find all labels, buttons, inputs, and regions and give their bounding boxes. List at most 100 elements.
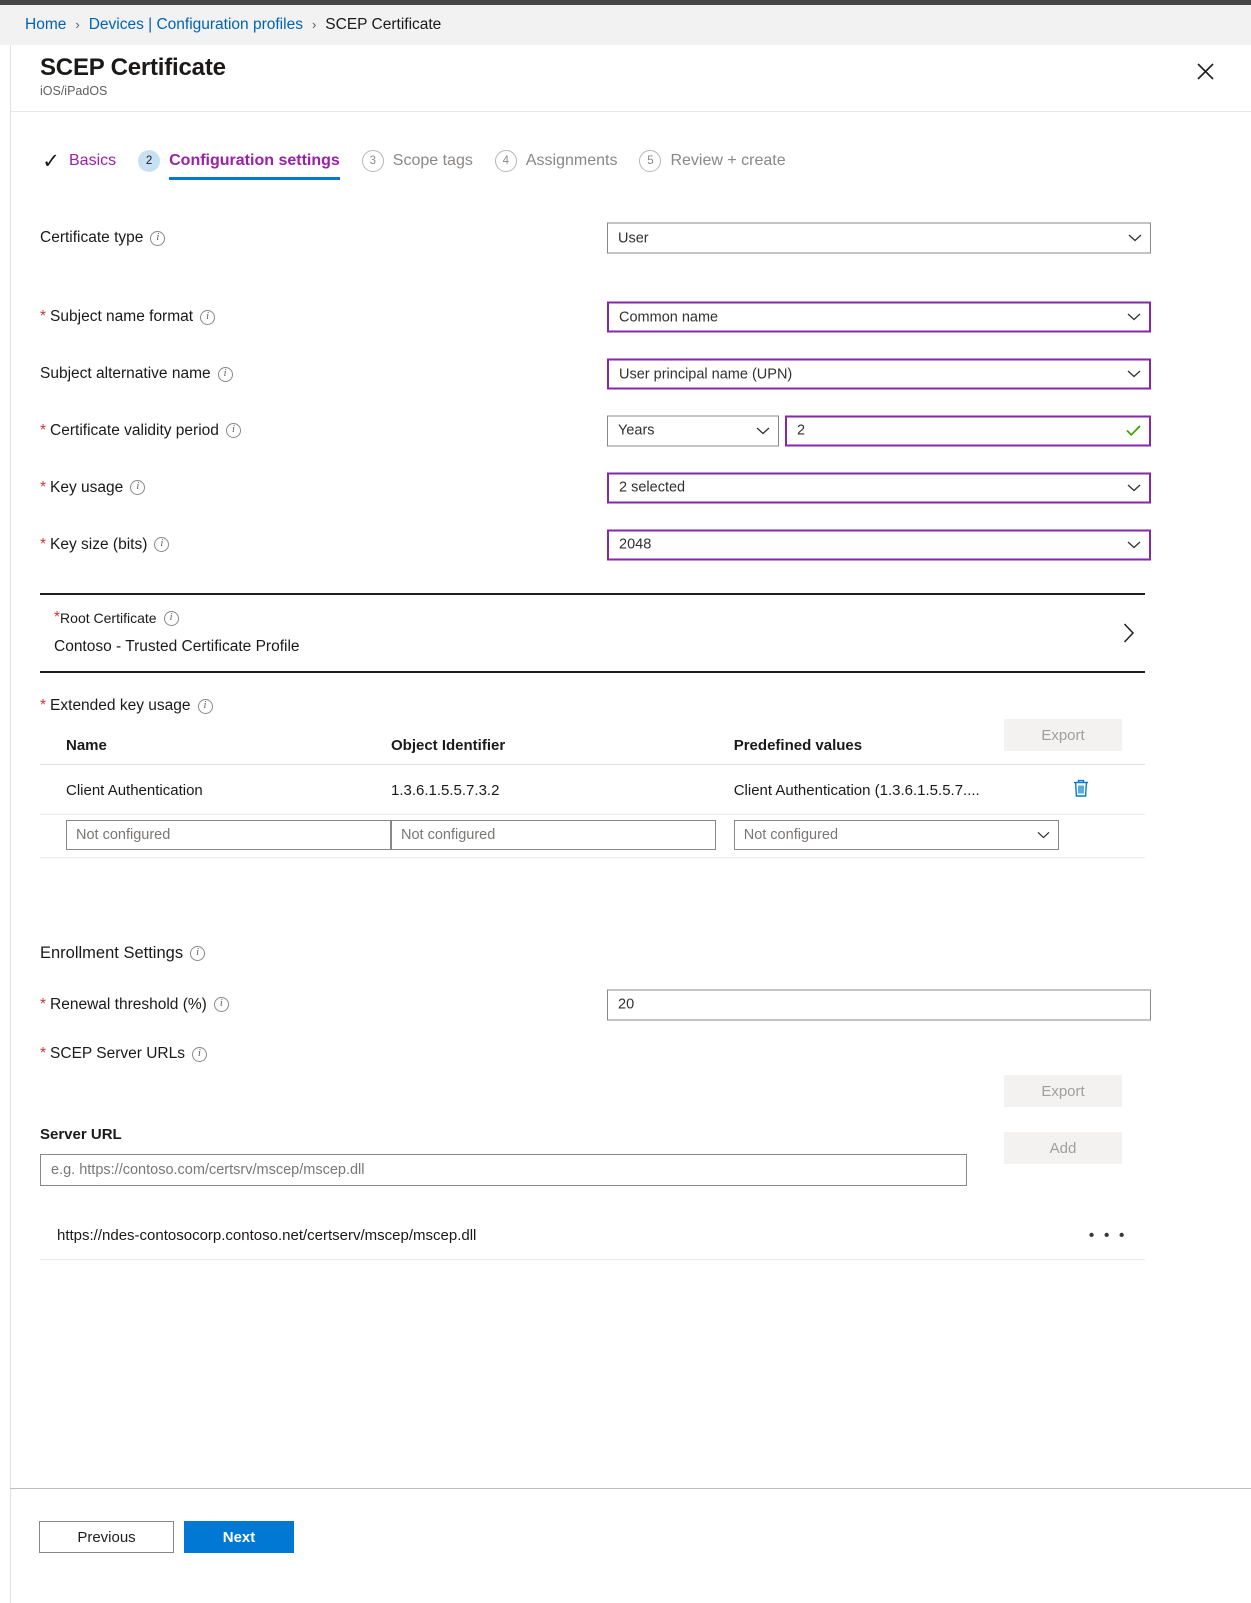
wizard-steps: ✓ Basics 2 Configuration settings 3 Scop… bbox=[40, 150, 808, 198]
step-number-badge: 4 bbox=[494, 150, 517, 172]
required-asterisk: * bbox=[40, 308, 47, 325]
wizard-footer: Previous Next bbox=[39, 1521, 294, 1553]
field-certificate-type: Certificate type i User bbox=[40, 210, 1151, 266]
field-label: Certificate type i bbox=[40, 229, 166, 247]
table-row: Client Authentication 1.3.6.1.5.5.7.3.2 … bbox=[40, 764, 1145, 815]
chevron-down-icon bbox=[1127, 370, 1141, 379]
field-renewal-threshold: * Renewal threshold (%) i 20 bbox=[40, 977, 1151, 1032]
wizard-step-scope-tags[interactable]: 3 Scope tags bbox=[361, 150, 473, 182]
field-control: 2048 bbox=[607, 529, 1151, 560]
enrollment-settings-heading: Enrollment Settings i bbox=[40, 944, 1145, 963]
server-url-value: https://ndes-contosocorp.contoso.net/cer… bbox=[57, 1227, 477, 1244]
button-label: Export bbox=[1041, 726, 1085, 744]
field-control: User principal name (UPN) bbox=[607, 358, 1151, 390]
breadcrumb-item-home[interactable]: Home bbox=[25, 16, 66, 34]
certificate-type-dropdown[interactable]: User bbox=[607, 222, 1151, 254]
field-label: Subject alternative name i bbox=[40, 365, 233, 383]
info-icon[interactable]: i bbox=[130, 480, 146, 495]
wizard-step-label: Scope tags bbox=[392, 152, 473, 169]
new-object-identifier-input[interactable]: Not configured bbox=[391, 820, 716, 850]
button-label: Previous bbox=[77, 1528, 136, 1546]
renewal-threshold-input[interactable]: 20 bbox=[607, 989, 1151, 1020]
validity-period-amount-input[interactable]: 2 bbox=[785, 415, 1151, 446]
field-subject-name-format: * Subject name format i Common name bbox=[40, 288, 1151, 346]
field-label-text: Renewal threshold (%) bbox=[50, 995, 207, 1013]
column-header-name: Name bbox=[40, 737, 391, 765]
wizard-step-basics[interactable]: ✓ Basics bbox=[40, 150, 116, 182]
key-size-dropdown[interactable]: 2048 bbox=[607, 529, 1151, 560]
placeholder-text: Not configured bbox=[743, 827, 839, 843]
previous-button[interactable]: Previous bbox=[39, 1521, 174, 1553]
info-icon[interactable]: i bbox=[163, 610, 179, 626]
breadcrumb-separator-icon: › bbox=[311, 16, 317, 32]
export-extended-key-usage-button[interactable]: Export bbox=[1004, 719, 1122, 751]
trash-icon[interactable] bbox=[1072, 778, 1090, 798]
table-new-row: Not configured Not configured Not config… bbox=[40, 814, 1145, 858]
breadcrumb: Home › Devices | Configuration profiles … bbox=[0, 5, 1251, 45]
key-usage-dropdown[interactable]: 2 selected bbox=[607, 472, 1151, 503]
wizard-step-review-create[interactable]: 5 Review + create bbox=[639, 150, 786, 182]
field-label-text: Certificate validity period bbox=[50, 421, 219, 439]
selected-value: 2048 bbox=[619, 536, 652, 553]
field-key-usage: * Key usage i 2 selected bbox=[40, 459, 1151, 516]
export-scep-server-urls-button[interactable]: Export bbox=[1004, 1075, 1122, 1107]
info-icon[interactable]: i bbox=[154, 537, 170, 552]
validity-period-unit-dropdown[interactable]: Years bbox=[607, 415, 779, 446]
wizard-step-label: Assignments bbox=[525, 152, 618, 169]
field-label: * Subject name format i bbox=[40, 308, 216, 326]
cell-new-object-identifier: Not configured bbox=[391, 814, 734, 858]
field-label: * Key usage i bbox=[40, 479, 146, 497]
info-icon[interactable]: i bbox=[192, 1046, 207, 1062]
add-server-url-button[interactable]: Add bbox=[1004, 1132, 1122, 1164]
enrollment-settings-section: Enrollment Settings i * Renewal threshol… bbox=[40, 944, 1151, 1260]
field-control: Common name bbox=[607, 301, 1151, 333]
configuration-settings-form: Certificate type i User * Subject name f… bbox=[40, 210, 1151, 1260]
wizard-step-assignments[interactable]: 4 Assignments bbox=[494, 150, 618, 182]
field-label: * Key size (bits) i bbox=[40, 535, 170, 554]
new-name-input[interactable]: Not configured bbox=[66, 820, 391, 850]
info-icon[interactable]: i bbox=[225, 423, 241, 438]
new-predefined-values-dropdown[interactable]: Not configured bbox=[733, 820, 1059, 850]
info-icon[interactable]: i bbox=[200, 309, 216, 325]
table-header-row: Name Object Identifier Predefined values bbox=[40, 737, 1145, 765]
required-asterisk: * bbox=[40, 535, 47, 553]
info-icon[interactable]: i bbox=[213, 997, 229, 1012]
root-certificate-selector[interactable]: * Root Certificate i Contoso - Trusted C… bbox=[40, 593, 1145, 673]
chevron-down-icon bbox=[1037, 831, 1050, 839]
selected-value: 2 selected bbox=[619, 479, 686, 496]
server-url-input[interactable]: e.g. https://contoso.com/certsrv/mscep/m… bbox=[40, 1154, 967, 1186]
subject-name-format-dropdown[interactable]: Common name bbox=[607, 301, 1151, 333]
info-icon[interactable]: i bbox=[150, 230, 166, 246]
button-label: Add bbox=[1049, 1139, 1077, 1157]
breadcrumb-item-scep-certificate: SCEP Certificate bbox=[325, 16, 442, 33]
cell-predefined-values: Client Authentication (1.3.6.1.5.5.7.... bbox=[733, 764, 1073, 815]
cell-new-actions bbox=[1072, 814, 1145, 858]
selected-value: Common name bbox=[619, 309, 719, 325]
info-icon[interactable]: i bbox=[190, 946, 206, 961]
info-icon[interactable]: i bbox=[197, 698, 213, 714]
next-button[interactable]: Next bbox=[184, 1521, 294, 1553]
field-label-text: Subject name format bbox=[50, 308, 194, 325]
field-label: * Renewal threshold (%) i bbox=[40, 996, 229, 1014]
info-icon[interactable]: i bbox=[217, 366, 233, 382]
cell-new-predefined-values: Not configured bbox=[733, 814, 1073, 858]
page-subtitle: iOS/iPadOS bbox=[40, 84, 108, 98]
step-number-badge: 3 bbox=[361, 150, 384, 172]
list-item: https://ndes-contosocorp.contoso.net/cer… bbox=[40, 1212, 1145, 1260]
breadcrumb-item-devices-configuration-profiles[interactable]: Devices | Configuration profiles bbox=[89, 16, 303, 34]
close-icon[interactable] bbox=[1189, 55, 1221, 87]
field-control: Years 2 bbox=[607, 415, 1151, 446]
input-value: 2 bbox=[797, 422, 806, 439]
step-number-badge: 2 bbox=[138, 150, 161, 172]
breadcrumb-separator-icon: › bbox=[75, 16, 80, 32]
required-asterisk: * bbox=[40, 421, 47, 439]
more-options-icon[interactable]: • • • bbox=[1089, 1227, 1127, 1244]
step-number-badge: 5 bbox=[639, 150, 662, 172]
button-label: Next bbox=[222, 1528, 256, 1546]
column-header-object-identifier: Object Identifier bbox=[391, 737, 734, 765]
wizard-step-configuration-settings[interactable]: 2 Configuration settings bbox=[138, 150, 340, 182]
subject-alternative-name-dropdown[interactable]: User principal name (UPN) bbox=[607, 358, 1151, 390]
field-control: User bbox=[607, 222, 1151, 254]
required-asterisk: * bbox=[40, 697, 47, 714]
scep-server-urls-section: * SCEP Server URLs i Export Add Server U… bbox=[40, 1045, 1145, 1260]
